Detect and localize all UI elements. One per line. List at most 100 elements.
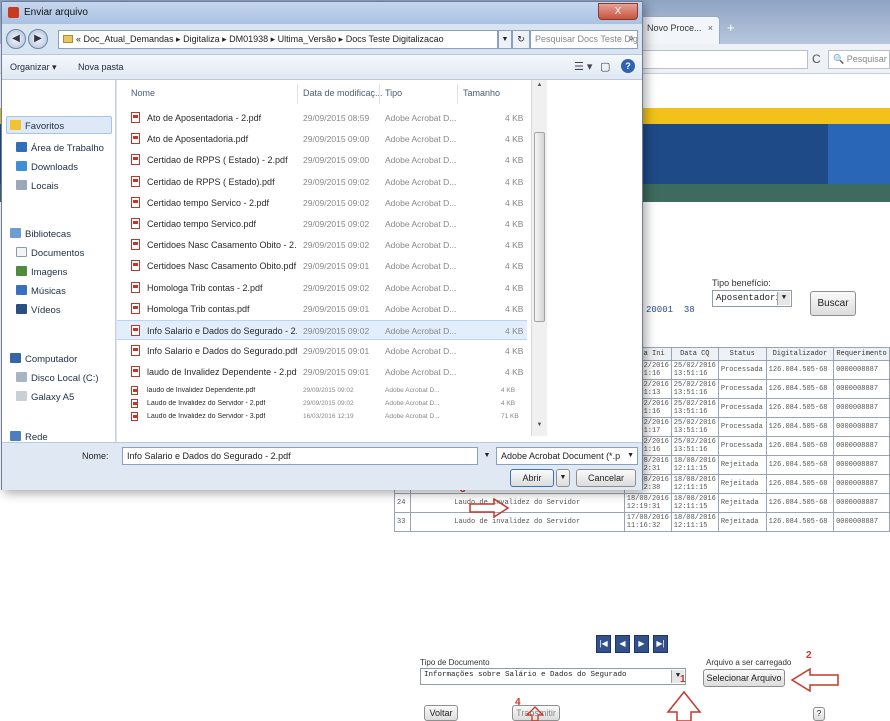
address-bar[interactable] [640, 50, 808, 69]
file-row[interactable]: Laudo de Invalidez do Servidor - 2.pdf 29… [117, 398, 527, 410]
filename-label: Nome: [82, 451, 109, 461]
file-row[interactable]: Info Salario e Dados do Segurado - 2.pdf… [117, 320, 527, 340]
file-name: Ato de Aposentadoria - 2.pdf [147, 113, 262, 123]
select-file-button[interactable]: Selecionar Arquivo [703, 669, 785, 687]
new-folder-button[interactable]: Nova pasta [78, 62, 124, 72]
file-name: Certidao tempo Servico.pdf [147, 219, 257, 229]
app-icon [8, 7, 19, 18]
column-header-type[interactable]: Tipo [385, 88, 402, 98]
reload-icon[interactable]: C [812, 52, 821, 66]
forward-arrow-icon[interactable]: ▶ [28, 29, 48, 49]
arrow-left-icon [790, 667, 839, 693]
pdf-file-icon [131, 218, 140, 229]
file-name: Info Salario e Dados do Segurado - 2.pdf [147, 326, 297, 336]
nav-desktop[interactable]: Área de Trabalho [16, 142, 104, 154]
file-row[interactable]: laudo de Invalidez Dependente.pdf 29/09/2… [117, 385, 527, 397]
file-row[interactable]: Certidao de RPPS ( Estado).pdf 29/09/2015… [117, 172, 527, 192]
view-options-icon[interactable]: ☰ ▾ [574, 60, 592, 73]
column-divider [379, 84, 380, 104]
cell-digitalizador: 126.084.505-68 [765, 436, 835, 456]
file-row[interactable]: Laudo de Invalidez do Servidor - 3.pdf 16… [117, 411, 527, 423]
benefit-select[interactable]: Aposentadoria ▼ [712, 290, 792, 307]
filename-dropdown-icon[interactable]: ▼ [480, 447, 494, 465]
nav-documents[interactable]: Documentos [16, 247, 84, 259]
column-header-name[interactable]: Nome [131, 88, 155, 98]
help-icon[interactable]: ? [621, 59, 635, 73]
open-split-icon[interactable]: ▼ [556, 469, 570, 487]
last-page-button[interactable]: ▶| [653, 635, 668, 653]
file-type: Adobe Acrobat D... [385, 400, 440, 407]
file-row[interactable]: Certidao de RPPS ( Estado) - 2.pdf 29/09/… [117, 150, 527, 170]
column-header-date[interactable]: Data de modificaç... [303, 88, 383, 98]
organize-button[interactable]: Organizar ▾ [10, 62, 57, 73]
pdf-file-icon [131, 302, 140, 314]
file-row[interactable]: Certidao tempo Servico - 2.pdf 29/09/2015… [117, 193, 527, 213]
file-type: Adobe Acrobat D... [385, 326, 457, 336]
cancel-button[interactable]: Cancelar [576, 469, 636, 487]
first-page-button[interactable]: |◀ [596, 635, 611, 653]
tab-label: Novo Proce... [647, 23, 702, 33]
filename-input[interactable]: Info Salario e Dados do Segurado - 2.pdf [122, 447, 478, 465]
path-dropdown-icon[interactable]: ▼ [498, 30, 512, 49]
file-name: Laudo de Invalidez do Servidor - 3.pdf [147, 413, 266, 420]
file-size: 4 KB [505, 197, 524, 208]
desktop-icon [16, 142, 27, 152]
next-page-button[interactable]: ▶ [634, 635, 649, 653]
dialog-search-input[interactable]: Pesquisar Docs Teste Digitaliz... ⌕ [530, 30, 638, 49]
doc-type-label: Tipo de Documento [420, 658, 490, 667]
column-header-size[interactable]: Tamanho [463, 88, 500, 98]
nav-favorites[interactable]: Favoritos [10, 120, 64, 132]
refresh-icon[interactable]: ↻ [512, 30, 530, 49]
file-row[interactable]: Info Salario e Dados do Segurado.pdf 29/0… [117, 341, 527, 361]
file-name: Certidoes Nasc Casamento Obito.pdf [147, 261, 297, 272]
close-icon[interactable]: × [708, 23, 713, 33]
nav-computer[interactable]: Computador [10, 353, 77, 365]
doc-type-select[interactable]: Informações sobre Salário e Dados do Seg… [420, 668, 686, 685]
path-breadcrumb[interactable]: « Doc_Atual_Demandas ▸ Digitaliza ▸ DM01… [58, 30, 498, 49]
browser-search-input[interactable]: 🔍 Pesquisar [828, 50, 890, 69]
file-row[interactable]: Certidao tempo Servico.pdf 29/09/2015 09:… [117, 214, 527, 234]
cell-status: Processada [717, 417, 767, 437]
nav-videos[interactable]: Vídeos [16, 304, 61, 316]
file-date: 29/09/2015 09:00 [303, 134, 370, 145]
open-button[interactable]: Abrir [510, 469, 554, 487]
cell-date-cq: 18/08/2016 12:11:15 [670, 474, 719, 494]
cell-status: Rejeitada [717, 512, 767, 532]
scrollbar-thumb[interactable] [534, 132, 545, 322]
nav-local-disk[interactable]: Disco Local (C:) [16, 372, 99, 384]
prev-page-button[interactable]: ◀ [615, 635, 630, 653]
col-requerimento: Requerimento [833, 347, 890, 361]
file-row[interactable]: Certidoes Nasc Casamento Obito.pdf 29/09/… [117, 256, 527, 276]
filetype-value: Adobe Acrobat Document (*.p [501, 451, 621, 461]
file-date: 29/09/2015 09:02 [303, 176, 370, 187]
close-button[interactable]: X [598, 3, 638, 20]
back-arrow-icon[interactable]: ◀ [6, 29, 26, 49]
nav-downloads[interactable]: Downloads [16, 161, 78, 173]
new-tab-button[interactable]: + [727, 20, 735, 35]
nav-music[interactable]: Músicas [16, 285, 66, 297]
search-button[interactable]: Buscar [810, 291, 856, 316]
file-row[interactable]: Homologa Trib contas.pdf 29/09/2015 09:01… [117, 299, 527, 319]
nav-galaxy[interactable]: Galaxy A5 [16, 391, 74, 403]
nav-libraries[interactable]: Bibliotecas [10, 228, 71, 240]
nav-places[interactable]: Locais [16, 180, 58, 192]
file-size: 4 KB [501, 400, 516, 407]
file-row[interactable]: Ato de Aposentadoria.pdf 29/09/2015 09:00… [117, 129, 527, 149]
back-button[interactable]: Voltar [424, 705, 458, 721]
cell-requerimento: 0000008887 [833, 455, 890, 475]
file-row[interactable]: laudo de Invalidez Dependente - 2.pdf 29/… [117, 362, 527, 382]
file-row[interactable]: Homologa Trib contas - 2.pdf 29/09/2015 0… [117, 278, 527, 298]
file-size: 4 KB [505, 326, 524, 336]
file-row[interactable]: Certidoes Nasc Casamento Obito - 2.pdf 29… [117, 235, 527, 255]
vertical-scrollbar[interactable]: ▲ ▼ [531, 80, 547, 436]
help-button[interactable]: ? [813, 707, 825, 721]
nav-images[interactable]: Imagens [16, 266, 67, 278]
annotation-1: 1 [680, 674, 686, 685]
file-date: 29/09/2015 09:02 [303, 400, 354, 407]
filetype-select[interactable]: Adobe Acrobat Document (*.p ▼ [496, 447, 638, 465]
browser-tab[interactable]: Novo Proce... × [640, 16, 720, 44]
scroll-down-icon[interactable]: ▼ [534, 422, 545, 434]
file-row[interactable]: Ato de Aposentadoria - 2.pdf 29/09/2015 0… [117, 108, 527, 128]
preview-pane-icon[interactable]: ▢ [600, 60, 610, 73]
scroll-up-icon[interactable]: ▲ [534, 82, 545, 94]
